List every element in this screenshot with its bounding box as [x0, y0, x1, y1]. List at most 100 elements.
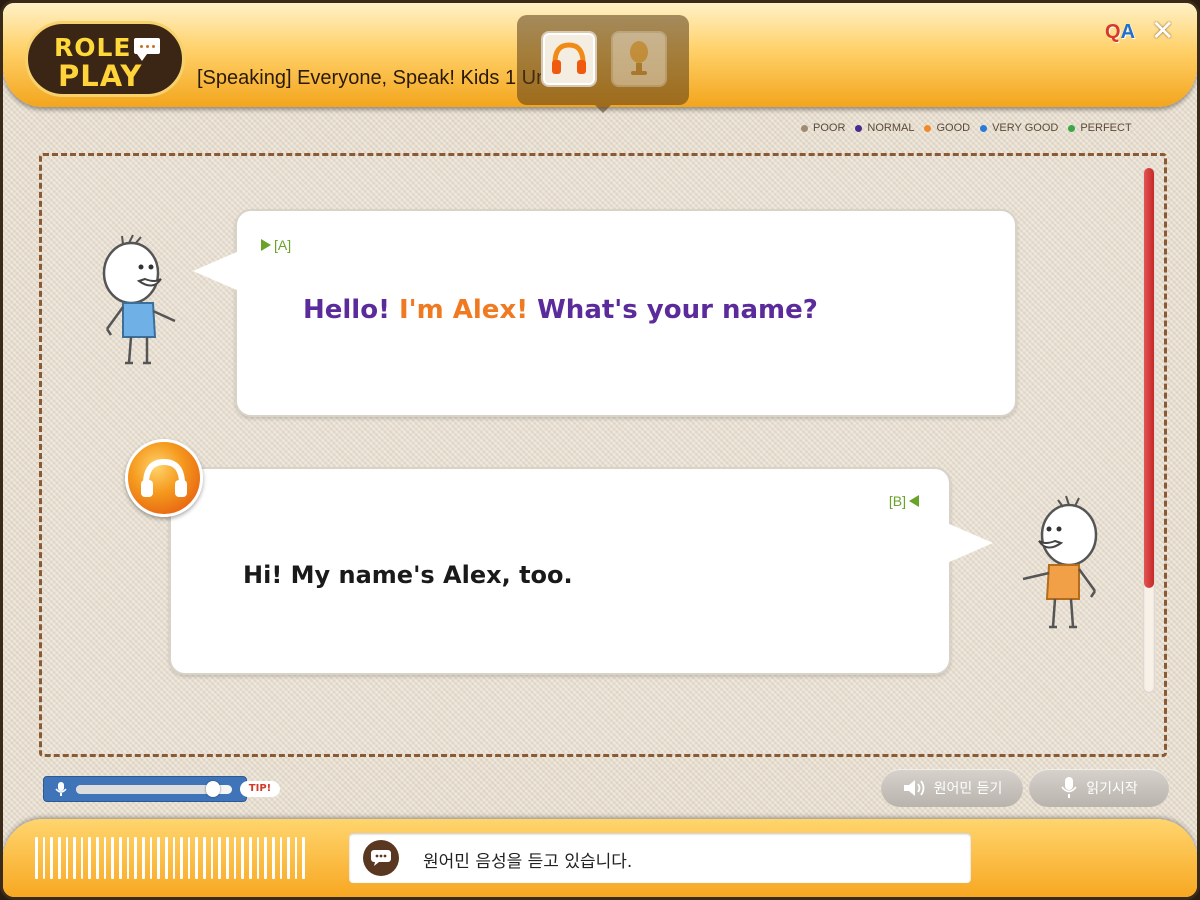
close-icon: ✕ [1151, 14, 1175, 47]
headphones-icon [552, 42, 586, 74]
meter-bar [302, 837, 306, 879]
legend-item: PERFECT [1068, 122, 1132, 134]
meter-bar [256, 837, 260, 879]
meter-bar [157, 837, 160, 879]
tip-button[interactable]: TIP! [240, 781, 280, 797]
meter-bar [111, 837, 115, 879]
meter-bar [80, 837, 84, 879]
legend-item: GOOD [924, 122, 970, 134]
meter-bar [96, 837, 99, 879]
meter-bar [73, 837, 76, 879]
line-a-segment: I'm Alex! [399, 295, 538, 325]
legend-dot [924, 124, 932, 132]
legend-label: PERFECT [1080, 122, 1132, 134]
line-a-segment: What's your name? [537, 295, 818, 325]
speech-bubble-a: [A] Hello! I'm Alex! What's your name? [193, 209, 1017, 417]
play-icon [909, 495, 919, 507]
scrollbar[interactable] [1143, 168, 1155, 693]
meter-bar [248, 837, 252, 879]
speech-bubble-b: [B] Hi! My name's Alex, too. [169, 467, 993, 675]
microphone-icon [55, 782, 67, 796]
meter-bar [287, 837, 290, 879]
status-box: 원어민 음성을 듣고 있습니다. [349, 833, 971, 883]
legend-dot [980, 124, 988, 132]
meter-bar [279, 837, 283, 879]
character-b-illustration [1022, 495, 1098, 629]
meter-bar [103, 837, 107, 879]
native-listen-button[interactable]: 원어민 듣기 [881, 769, 1023, 807]
speak-mode-button[interactable] [611, 31, 667, 87]
legend-label: NORMAL [867, 122, 915, 134]
mic-volume-fill [76, 785, 214, 794]
footer-bar: 원어민 음성을 듣고 있습니다. [3, 819, 1197, 897]
meter-bar [241, 837, 244, 879]
meter-bar [271, 837, 275, 879]
meter-bar [264, 837, 267, 879]
meter-bar [226, 837, 229, 879]
chat-bubble-icon [132, 36, 162, 61]
play-icon [261, 239, 271, 251]
meter-bar [134, 837, 137, 879]
line-a-segment: Hello! [303, 295, 399, 325]
meter-bar [57, 837, 61, 879]
mic-volume-slider[interactable]: TIP! [43, 776, 280, 802]
meter-bar [141, 837, 145, 879]
meter-bar [119, 837, 122, 879]
meter-bar [195, 837, 199, 879]
meter-bar [294, 837, 298, 879]
speaker-a-label: [A] [274, 237, 292, 253]
meter-bar [187, 837, 191, 879]
meter-bar [65, 837, 69, 879]
status-message: 원어민 음성을 듣고 있습니다. [423, 852, 633, 872]
scrollbar-thumb[interactable] [1144, 168, 1154, 588]
qa-a-text: A [1120, 21, 1136, 43]
mic-volume-track[interactable] [76, 781, 232, 797]
meter-bar [172, 837, 176, 879]
microphone-icon [1061, 777, 1077, 798]
legend-label: POOR [813, 122, 846, 134]
meter-bar [218, 837, 222, 879]
dialogue-line-b: Hi! My name's Alex, too. [243, 561, 573, 589]
legend-dot [1068, 124, 1076, 132]
meter-bar [164, 837, 168, 879]
mic-volume-knob[interactable] [206, 781, 221, 797]
mode-caret [595, 105, 611, 113]
speaker-a-play-button[interactable]: [A] [261, 237, 291, 253]
meter-bar [149, 837, 153, 879]
mode-switch [517, 15, 689, 113]
meter-bar [35, 837, 38, 879]
dialogue-line-a: Hello! I'm Alex! What's your name? [303, 295, 818, 325]
close-button[interactable]: ✕ [1151, 17, 1179, 45]
start-reading-label: 읽기시작 [1086, 781, 1138, 797]
app-window: ROLE PLAY [Speaking] Everyone, Speak! Ki… [0, 0, 1200, 900]
score-legend: POOR NORMAL GOOD VERY GOOD PERFECT [801, 122, 1132, 134]
meter-bar [88, 837, 92, 879]
speaker-b-play-button[interactable]: [B] [889, 493, 919, 509]
legend-dot [801, 124, 808, 132]
qa-q-text: Q [1105, 21, 1121, 43]
legend-item: POOR [801, 122, 845, 134]
character-a-illustration [102, 234, 176, 365]
chat-bubble-icon [363, 840, 399, 876]
meter-bar [203, 837, 206, 879]
meter-bar [42, 837, 46, 879]
header-bar: ROLE PLAY [Speaking] Everyone, Speak! Ki… [3, 3, 1197, 113]
logo-play-text: PLAY [58, 59, 143, 93]
meter-bar [50, 837, 53, 879]
legend-dot [855, 124, 863, 132]
legend-label: VERY GOOD [992, 122, 1059, 134]
logo-role-text: ROLE [54, 33, 132, 62]
legend-item: NORMAL [855, 122, 914, 134]
audio-level-meter [35, 837, 306, 879]
legend-item: VERY GOOD [980, 122, 1058, 134]
start-reading-button[interactable]: 읽기시작 [1029, 769, 1169, 807]
meter-bar [180, 837, 183, 879]
legend-label: GOOD [936, 122, 971, 134]
microphone-icon [630, 41, 648, 75]
meter-bar [126, 837, 130, 879]
listen-mode-button[interactable] [541, 31, 597, 87]
meter-bar [210, 837, 214, 879]
roleplay-logo: ROLE PLAY [25, 21, 185, 97]
speaker-icon [903, 780, 924, 796]
qa-button[interactable]: QA [1105, 21, 1135, 44]
